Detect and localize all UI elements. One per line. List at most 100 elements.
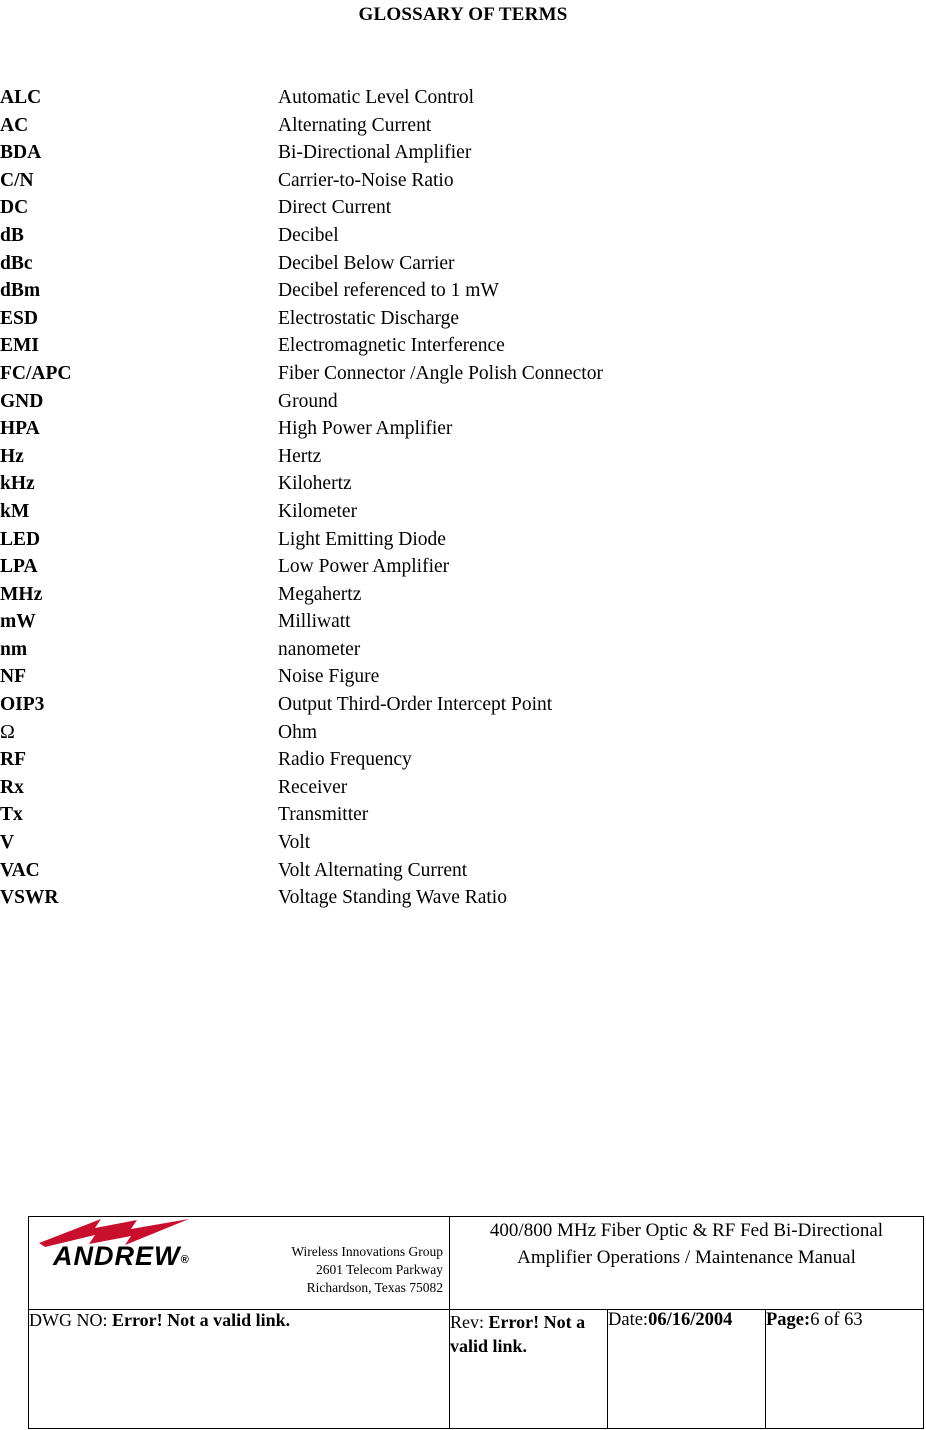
page-number-cell: Page:6 of 63: [765, 1309, 924, 1429]
glossary-list: ALC Automatic Level Control AC Alternating …: [0, 84, 926, 912]
footer-metadata-row: DWG NO: Error! Not a valid link. Rev: Er…: [28, 1309, 924, 1429]
glossary-row: Tx Transmitter: [0, 801, 926, 829]
glossary-definition: Decibel Below Carrier: [278, 252, 455, 274]
glossary-row: Rx Receiver: [0, 774, 926, 802]
glossary-definition: Megahertz: [278, 583, 362, 605]
glossary-definition: Electromagnetic Interference: [278, 335, 505, 357]
date-value: 06/16/2004: [648, 1310, 733, 1330]
glossary-definition: Decibel referenced to 1 mW: [278, 280, 499, 302]
glossary-row: RF Radio Frequency: [0, 746, 926, 774]
andrew-wordmark-text: ANDREW: [53, 1241, 181, 1271]
glossary-term: mW: [0, 611, 36, 633]
glossary-row: LPA Low Power Amplifier: [0, 553, 926, 581]
address-line-1: Wireless Innovations Group: [291, 1244, 443, 1259]
document-footer-table: ANDREW® Wireless Innovations Group 2601 …: [28, 1216, 924, 1429]
glossary-definition: Carrier-to-Noise Ratio: [278, 169, 454, 191]
glossary-row: FC/APC Fiber Connector /Angle Polish Conn…: [0, 360, 926, 388]
andrew-wordmark: ANDREW®: [53, 1241, 189, 1272]
glossary-term: Ω: [0, 720, 15, 743]
glossary-term: Rx: [0, 776, 24, 798]
glossary-definition: Electrostatic Discharge: [278, 307, 460, 329]
glossary-row: kM Kilometer: [0, 498, 926, 526]
glossary-term: HPA: [0, 418, 40, 440]
glossary-definition: Automatic Level Control: [278, 87, 475, 108]
glossary-definition: Milliwatt: [278, 611, 351, 633]
page-title: GLOSSARY OF TERMS: [358, 4, 568, 25]
glossary-term: LPA: [0, 556, 38, 578]
manual-title-cell: 400/800 MHz Fiber Optic & RF Fed Bi-Dire…: [449, 1216, 924, 1310]
glossary-term: kHz: [0, 473, 35, 495]
footer-header-row: ANDREW® Wireless Innovations Group 2601 …: [28, 1216, 924, 1310]
manual-title-line-2: Amplifier Operations / Maintenance Manua…: [517, 1247, 856, 1268]
glossary-definition: Hertz: [278, 445, 322, 467]
drawing-number-cell: DWG NO: Error! Not a valid link.: [28, 1309, 450, 1429]
date-label: Date:: [608, 1310, 649, 1330]
glossary-row: AC Alternating Current: [0, 112, 926, 140]
glossary-definition: Alternating Current: [278, 114, 432, 136]
glossary-row: Ω Ohm: [0, 719, 926, 747]
glossary-term: GND: [0, 390, 44, 412]
andrew-logo: ANDREW®: [31, 1217, 236, 1279]
glossary-definition: Kilometer: [278, 500, 358, 522]
glossary-row: VAC Volt Alternating Current: [0, 857, 926, 885]
glossary-term: MHz: [0, 583, 43, 605]
glossary-term: Tx: [0, 804, 23, 826]
revision-cell: Rev: Error! Not a valid link.: [449, 1309, 608, 1429]
glossary-definition: Volt: [278, 832, 311, 854]
glossary-term: C/N: [0, 169, 34, 191]
glossary-term: ALC: [0, 87, 42, 108]
company-address: Wireless Innovations Group 2601 Telecom …: [291, 1243, 443, 1297]
drawing-number-value: Error! Not a valid link.: [112, 1310, 291, 1330]
manual-title-line-1: 400/800 MHz Fiber Optic & RF Fed Bi-Dire…: [489, 1220, 884, 1241]
glossary-term: V: [0, 832, 15, 854]
page-number-label: Page:: [766, 1310, 811, 1330]
glossary-row: MHz Megahertz: [0, 581, 926, 609]
glossary-definition: Kilohertz: [278, 473, 352, 495]
address-line-3: Richardson, Texas 75082: [306, 1280, 443, 1295]
company-identity-cell: ANDREW® Wireless Innovations Group 2601 …: [28, 1216, 450, 1310]
glossary-term: VSWR: [0, 887, 59, 909]
glossary-row: C/N Carrier-to-Noise Ratio: [0, 167, 926, 195]
glossary-definition: Direct Current: [278, 197, 392, 219]
glossary-row: dBm Decibel referenced to 1 mW: [0, 277, 926, 305]
glossary-definition: Radio Frequency: [278, 749, 412, 771]
revision-label: Rev:: [450, 1312, 484, 1332]
glossary-row: EMI Electromagnetic Interference: [0, 332, 926, 360]
glossary-definition: Ground: [278, 390, 338, 412]
glossary-row: dB Decibel: [0, 222, 926, 250]
glossary-row: GND Ground: [0, 388, 926, 416]
glossary-row: OIP3 Output Third-Order Intercept Point: [0, 691, 926, 719]
glossary-term: OIP3: [0, 694, 45, 716]
glossary-row: BDA Bi-Directional Amplifier: [0, 139, 926, 167]
glossary-term: nm: [0, 638, 28, 660]
glossary-row: DC Direct Current: [0, 194, 926, 222]
glossary-term: dBm: [0, 280, 41, 302]
glossary-row: nm nanometer: [0, 636, 926, 664]
glossary-term: kM: [0, 500, 30, 522]
glossary-definition: Decibel: [278, 224, 339, 246]
glossary-term: DC: [0, 197, 29, 219]
glossary-row: ESD Electrostatic Discharge: [0, 305, 926, 333]
glossary-definition: nanometer: [278, 638, 361, 660]
glossary-term: LED: [0, 528, 41, 550]
glossary-definition: Ohm: [278, 721, 317, 743]
glossary-term: dBc: [0, 252, 33, 274]
glossary-row: mW Milliwatt: [0, 608, 926, 636]
glossary-row: NF Noise Figure: [0, 663, 926, 691]
glossary-term: EMI: [0, 335, 39, 357]
date-cell: Date:06/16/2004: [607, 1309, 766, 1429]
drawing-number-label: DWG NO:: [29, 1310, 112, 1330]
registered-trademark-icon: ®: [180, 1254, 189, 1266]
glossary-row: Hz Hertz: [0, 443, 926, 471]
page-number-value: 6 of 63: [810, 1310, 863, 1330]
glossary-row: VSWR Voltage Standing Wave Ratio: [0, 884, 926, 912]
glossary-definition: Output Third-Order Intercept Point: [278, 694, 553, 716]
glossary-row: LED Light Emitting Diode: [0, 526, 926, 554]
glossary-term: dB: [0, 224, 24, 246]
glossary-row: dBc Decibel Below Carrier: [0, 250, 926, 278]
glossary-definition: Receiver: [278, 776, 348, 798]
glossary-definition: High Power Amplifier: [278, 418, 453, 440]
glossary-term: VAC: [0, 859, 40, 881]
glossary-row: kHz Kilohertz: [0, 470, 926, 498]
glossary-definition: Light Emitting Diode: [278, 528, 446, 550]
